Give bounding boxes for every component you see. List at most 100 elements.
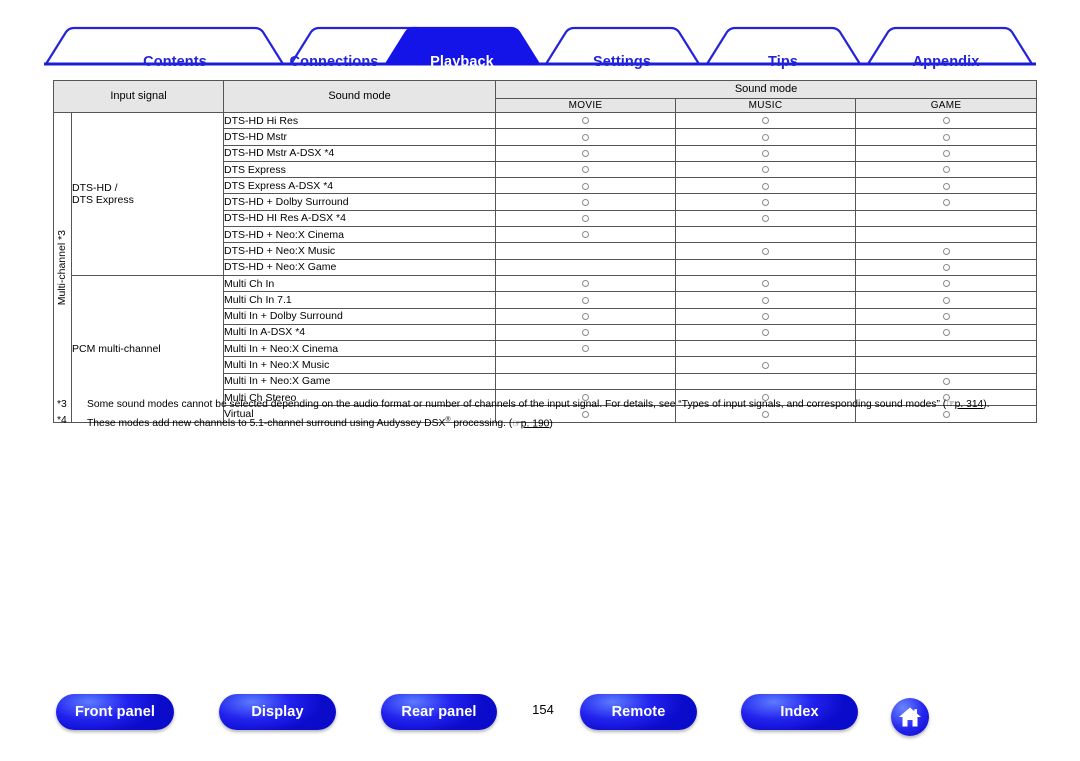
support-cell-movie — [495, 177, 677, 195]
support-cell-game — [855, 177, 1038, 195]
supported-circle-icon — [582, 198, 590, 206]
support-cell-music — [675, 372, 857, 391]
support-cell-movie — [495, 226, 677, 244]
support-cell-music — [675, 291, 857, 309]
support-cell-movie — [495, 356, 677, 374]
group-label-line1: DTS-HD / — [72, 181, 118, 194]
support-cell-game — [855, 226, 1038, 244]
support-cell-game — [855, 111, 1038, 130]
support-cell-movie — [495, 323, 677, 342]
sound-mode-name: Multi In + Neo:X Game — [223, 372, 497, 391]
tab-appendix[interactable]: Appendix — [913, 54, 980, 70]
support-cell-movie — [495, 274, 677, 293]
supported-circle-icon — [762, 280, 770, 288]
support-cell-game — [855, 291, 1038, 309]
nav-remote[interactable]: Remote — [580, 694, 697, 730]
pointing-hand-icon-2: ☞ — [512, 418, 521, 430]
supported-circle-icon — [942, 312, 950, 320]
table-row: PCM multi-channel Multi Ch In — [54, 274, 1038, 423]
sound-mode-name: Multi In A-DSX *4 — [223, 323, 497, 342]
support-cell-game — [855, 323, 1038, 342]
supported-circle-icon — [762, 296, 770, 304]
supported-circle-icon — [582, 329, 590, 337]
supported-circle-icon — [762, 117, 770, 125]
support-cell-movie — [495, 372, 677, 391]
support-cell-music — [675, 193, 857, 211]
footnotes: *3 Some sound modes cannot be selected d… — [57, 399, 1032, 434]
support-cell-game — [855, 274, 1038, 293]
support-cell-movie — [495, 209, 677, 228]
tab-tips[interactable]: Tips — [768, 54, 798, 70]
tab-settings[interactable]: Settings — [593, 54, 651, 70]
supported-circle-icon — [582, 117, 590, 125]
support-cell-movie — [495, 291, 677, 309]
nav-display[interactable]: Display — [219, 694, 336, 730]
supported-circle-icon — [582, 133, 590, 141]
supported-circle-icon — [762, 215, 770, 223]
support-cell-music — [675, 307, 857, 325]
input-signal-group-1: DTS-HD / DTS Express — [70, 112, 225, 276]
pointing-hand-icon: ☞ — [946, 399, 955, 410]
sound-mode-name: Multi In + Neo:X Cinema — [223, 340, 497, 358]
th-movie: MOVIE — [495, 98, 677, 113]
footnote-4-text-after: ) — [549, 418, 553, 430]
supported-circle-icon — [762, 166, 770, 174]
supported-circle-icon — [942, 149, 950, 157]
nav-index[interactable]: Index — [741, 694, 858, 730]
footnote-4-mark: *4 — [57, 414, 67, 426]
support-cell-movie — [495, 307, 677, 325]
sound-mode-name: Multi In + Neo:X Music — [223, 356, 497, 374]
supported-circle-icon — [582, 296, 590, 304]
supported-circle-icon — [582, 182, 590, 190]
sound-mode-name: DTS-HD Hi Res — [223, 111, 497, 130]
supported-circle-icon — [582, 215, 590, 223]
nav-front-panel[interactable]: Front panel — [56, 694, 174, 730]
support-cell-movie — [495, 144, 677, 162]
th-music: MUSIC — [675, 98, 857, 113]
supported-circle-icon — [762, 247, 770, 255]
tab-playback[interactable]: Playback — [430, 54, 494, 70]
supported-circle-icon — [762, 312, 770, 320]
sound-mode-name: Multi Ch In — [223, 274, 497, 293]
group-label-line2: DTS Express — [72, 193, 134, 206]
supported-circle-icon — [942, 166, 950, 174]
th-sound-mode: Sound mode — [223, 80, 497, 113]
page-number: 154 — [532, 702, 554, 717]
supported-circle-icon — [762, 133, 770, 141]
supported-circle-icon — [942, 378, 950, 386]
supported-circle-icon — [942, 280, 950, 288]
tab-connections[interactable]: Connections — [290, 54, 379, 70]
supported-circle-icon — [582, 280, 590, 288]
supported-circle-icon — [762, 149, 770, 157]
footnote-4-body: These modes add new channels to 5.1-chan… — [87, 415, 1032, 431]
supported-circle-icon — [582, 345, 590, 353]
support-cell-movie — [495, 111, 677, 130]
supported-circle-icon — [762, 198, 770, 206]
input-signal-vertical-label: Multi-channel *3 — [53, 112, 72, 423]
footnote-3-page-link[interactable]: p. 314 — [955, 399, 984, 410]
supported-circle-icon — [942, 264, 950, 271]
tab-contents[interactable]: Contents — [143, 54, 207, 70]
top-tab-bar: Contents Connections Playback Settings T… — [44, 26, 1036, 70]
sound-mode-name: DTS Express A-DSX *4 — [223, 177, 497, 195]
support-cell-game — [855, 242, 1038, 260]
sound-mode-name: DTS-HD + Neo:X Cinema — [223, 226, 497, 244]
sound-mode-table: Input signal Sound mode Sound mode MOVIE… — [52, 80, 1038, 423]
home-icon — [899, 707, 921, 727]
nav-rear-panel[interactable]: Rear panel — [381, 694, 497, 730]
footnote-4-page-link[interactable]: p. 190 — [521, 418, 550, 429]
nav-home-button[interactable] — [891, 698, 929, 736]
support-cell-game — [855, 307, 1038, 325]
sound-mode-name: DTS-HD Mstr — [223, 128, 497, 146]
support-cell-movie — [495, 340, 677, 358]
footnote-4-text: These modes add new channels to 5.1-chan… — [87, 416, 513, 430]
support-cell-game — [855, 356, 1038, 374]
support-cell-movie — [495, 242, 677, 260]
footnote-3-text-after: ). — [983, 399, 990, 410]
footnote-3-mark: *3 — [57, 399, 67, 410]
sound-mode-table-body: Multi-channel *3 DTS-HD / DTS Express DTS-H… — [53, 111, 1038, 423]
supported-circle-icon — [582, 149, 590, 157]
supported-circle-icon — [582, 231, 590, 239]
th-sound-mode-group: Sound mode — [495, 80, 1038, 99]
support-cell-music — [675, 258, 857, 276]
